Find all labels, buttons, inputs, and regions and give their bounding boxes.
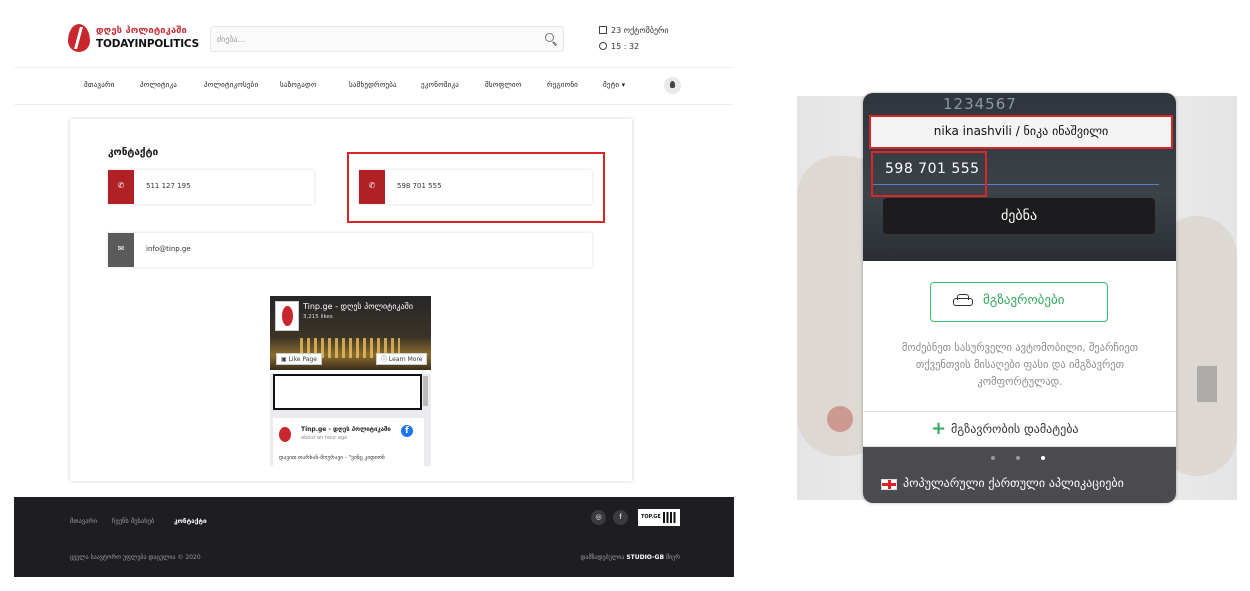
logo-mark-icon [68, 24, 90, 52]
nav-item-more[interactable]: მეტი ▾ [603, 81, 625, 89]
carousel-dot[interactable] [1016, 456, 1020, 460]
nav-more-label: მეტი [603, 81, 620, 89]
car-body-shape [953, 298, 973, 306]
fb-like-page-label: Like Page [288, 356, 317, 363]
logo-georgian-text: დღეს პოლიტიკაში [96, 26, 188, 36]
add-trip-label: მგზავრობის დამატება [951, 422, 1079, 436]
search-input[interactable] [217, 31, 517, 48]
fb-post-text: დავით თარხან-მოურავი - "ვინც კიდიონ [279, 455, 385, 461]
fb-cover-image: Tinp.ge - დღეს პოლიტიკაში 3,215 likes ▣ … [270, 296, 431, 370]
ad-trips-section: მგზავრობები მოძებნეთ სასურველი ავტომობილ… [863, 261, 1176, 411]
lightbulb-icon[interactable] [664, 77, 681, 94]
logo-english-text: TODAYINPOLITICS [96, 38, 199, 50]
nav-item-world[interactable]: მსოფლიო [485, 81, 522, 89]
tattoo-image-right [1197, 366, 1217, 402]
contact-heading: კონტაქტი [108, 147, 159, 158]
credits-text: დამზადებულია STUDIO-GB მიერ [581, 554, 680, 561]
fb-scrollbar[interactable] [423, 376, 428, 406]
plus-icon: + [931, 418, 947, 439]
tattoo-image-left [827, 406, 853, 432]
calendar-icon [599, 26, 607, 34]
phone-badge: ✆ [108, 170, 134, 204]
contact-phone-1[interactable]: ✆ 511 127 195 [108, 170, 314, 204]
fb-page-title[interactable]: Tinp.ge - დღეს პოლიტიკაში [303, 302, 413, 311]
credits-suffix: მიერ [665, 554, 680, 561]
fb-small-icon: ▣ [281, 356, 289, 363]
car-icon [953, 294, 973, 307]
fb-learn-more-label: Learn More [388, 356, 423, 363]
search-box [210, 26, 564, 52]
nav-item-economy[interactable]: ეკონომიკა [421, 81, 459, 89]
time-display: 15 : 32 [599, 42, 639, 51]
email-badge: ✉ [108, 233, 134, 267]
email-text: info@tinp.ge [146, 245, 191, 253]
nav-item-home[interactable]: მთავარი [84, 81, 115, 89]
ad-footer-bar: პოპულარული ქართული აპლიკაციები [863, 447, 1176, 503]
nav-item-military[interactable]: სამხედროება [349, 81, 397, 89]
fb-redacted-box [273, 374, 422, 410]
popular-apps-label: პოპულარული ქართული აპლიკაციები [903, 476, 1124, 490]
fb-post-time: about an hour ago [301, 435, 348, 441]
highlight-box-name [869, 115, 1173, 149]
clock-icon [599, 42, 607, 50]
copyright-text: ყველა საავტორო უფლება დაცულია © 2020 [70, 554, 201, 561]
facebook-page-widget: Tinp.ge - დღეს პოლიტიკაში 3,215 likes ▣ … [270, 296, 431, 466]
mobile-app-ad: 1234567 nika inashvili / ნიკა ინაშვილი 5… [863, 93, 1176, 503]
footer-link-contact[interactable]: კონტაქტი [174, 517, 207, 525]
trips-button[interactable]: მგზავრობები [930, 282, 1108, 322]
add-trip-button[interactable]: + მგზავრობის დამატება [863, 411, 1176, 447]
carousel-dot[interactable] [991, 456, 995, 460]
nav-item-politicians[interactable]: პოლიტიკოსები [204, 81, 258, 89]
trips-button-label: მგზავრობები [983, 293, 1065, 308]
georgia-flag-icon [881, 479, 897, 490]
nav-item-society[interactable]: საზოგადო [280, 81, 317, 89]
footer-link-home[interactable]: მთავარი [70, 517, 97, 525]
fb-likes-count: 3,215 likes [303, 314, 333, 320]
ad-background-digits: 1234567 [943, 95, 1017, 113]
ad-description: მოძებნეთ სასურველი ავტომობილი, შეარჩიეთ … [901, 342, 1139, 388]
chevron-down-icon: ▾ [621, 81, 626, 89]
website-screenshot: დღეს პოლიტიკაში TODAYINPOLITICS 23 ოქტომ… [14, 0, 734, 580]
highlight-box-number [871, 151, 987, 197]
top-ge-text: TOP.GE [641, 514, 661, 520]
footer-link-about[interactable]: ჩვენს შესახებ [112, 517, 154, 525]
top-ge-badge[interactable]: TOP.GE [638, 509, 680, 526]
date-text: 23 ოქტომბერი [611, 26, 669, 35]
date-display: 23 ოქტომბერი [599, 26, 669, 35]
fb-learn-more-button[interactable]: ⓘ Learn More [376, 353, 428, 365]
info-icon: ⓘ [381, 356, 389, 363]
ad-header-area: 1234567 nika inashvili / ნიკა ინაშვილი 5… [863, 93, 1176, 261]
nav-item-politics[interactable]: პოლიტიკა [140, 81, 177, 89]
highlight-box-phone [347, 152, 605, 223]
credits-brand[interactable]: STUDIO-GB [626, 554, 664, 561]
main-navigation: მთავარი პოლიტიკა პოლიტიკოსები საზოგადო ს… [14, 67, 734, 105]
contact-email[interactable]: ✉ info@tinp.ge [108, 233, 592, 267]
credits-prefix: დამზადებულია [580, 554, 625, 561]
phone-1-text: 511 127 195 [146, 182, 191, 190]
phone-icon: ✆ [117, 181, 125, 190]
search-button[interactable]: ძებნა [883, 198, 1155, 234]
carousel-dot-active[interactable] [1041, 456, 1045, 460]
nav-item-region[interactable]: რეგიონი [547, 81, 578, 89]
fb-post[interactable]: Tinp.ge - დღეს პოლიტიკაში about an hour … [273, 418, 424, 466]
search-icon[interactable] [545, 33, 554, 42]
fb-page-avatar[interactable] [275, 301, 299, 331]
facebook-icon: f [401, 425, 413, 437]
contact-card: კონტაქტი ✆ 511 127 195 ✆ 598 701 555 ✉ i… [70, 119, 632, 481]
bar-chart-icon [663, 512, 676, 523]
fb-post-avatar [279, 427, 291, 442]
time-text: 15 : 32 [611, 42, 640, 51]
envelope-icon: ✉ [117, 244, 125, 253]
fb-post-title[interactable]: Tinp.ge - დღეს პოლიტიკაში [301, 426, 391, 433]
facebook-icon[interactable]: f [613, 510, 628, 525]
site-logo[interactable]: დღეს პოლიტიკაში TODAYINPOLITICS [68, 22, 199, 58]
fb-like-page-button[interactable]: ▣ Like Page [276, 353, 322, 365]
instagram-icon[interactable]: ◎ [591, 510, 606, 525]
site-footer: მთავარი ჩვენს შესახებ კონტაქტი ◎ f TOP.G… [14, 497, 734, 577]
